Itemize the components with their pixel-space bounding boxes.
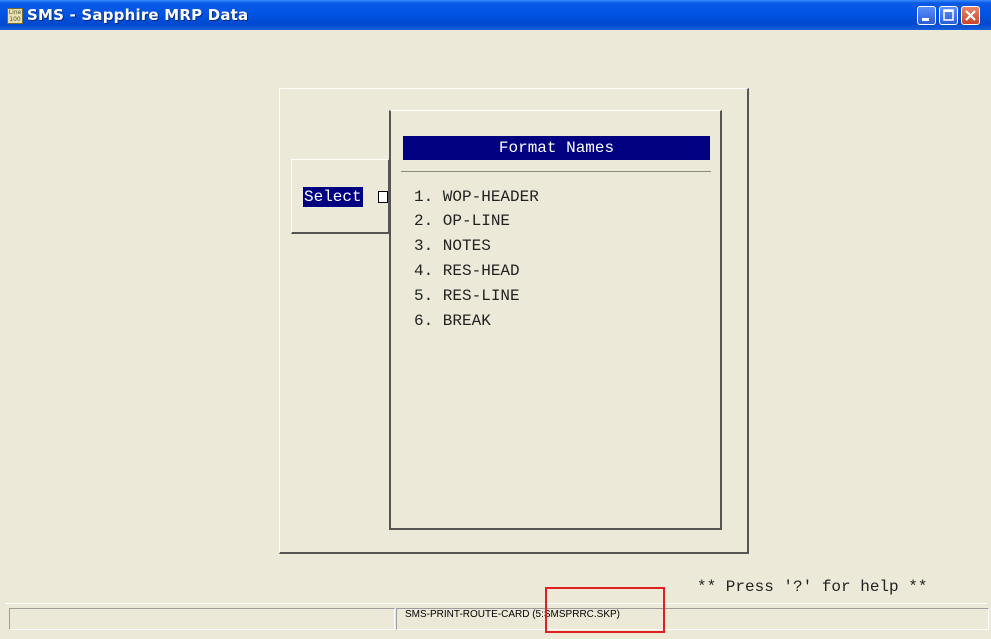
list-item[interactable]: 2. OP-LINE bbox=[414, 209, 510, 233]
maximize-icon bbox=[943, 9, 954, 21]
list-item[interactable]: 3. NOTES bbox=[414, 234, 491, 258]
minimize-icon bbox=[922, 18, 929, 21]
format-list-divider bbox=[401, 171, 711, 172]
app-icon: Line 100 bbox=[7, 8, 23, 24]
list-item[interactable]: 5. RES-LINE bbox=[414, 284, 520, 308]
annotation-highlight-box bbox=[545, 587, 665, 633]
minimize-button[interactable] bbox=[917, 6, 936, 25]
window-title: SMS - Sapphire MRP Data bbox=[27, 6, 249, 24]
close-button[interactable] bbox=[961, 6, 980, 25]
maximize-button[interactable] bbox=[939, 6, 958, 25]
status-cell-left bbox=[9, 608, 395, 630]
select-label: Select bbox=[303, 187, 363, 207]
list-item[interactable]: 1. WOP-HEADER bbox=[414, 185, 539, 209]
title-bar[interactable]: Line 100 SMS - Sapphire MRP Data bbox=[0, 0, 991, 30]
list-item[interactable]: 4. RES-HEAD bbox=[414, 259, 520, 283]
list-item[interactable]: 6. BREAK bbox=[414, 309, 491, 333]
close-icon bbox=[965, 10, 976, 21]
select-input-cursor[interactable] bbox=[378, 191, 388, 203]
format-list-header: Format Names bbox=[403, 136, 710, 160]
help-hint: ** Press '?' for help ** bbox=[697, 578, 928, 596]
